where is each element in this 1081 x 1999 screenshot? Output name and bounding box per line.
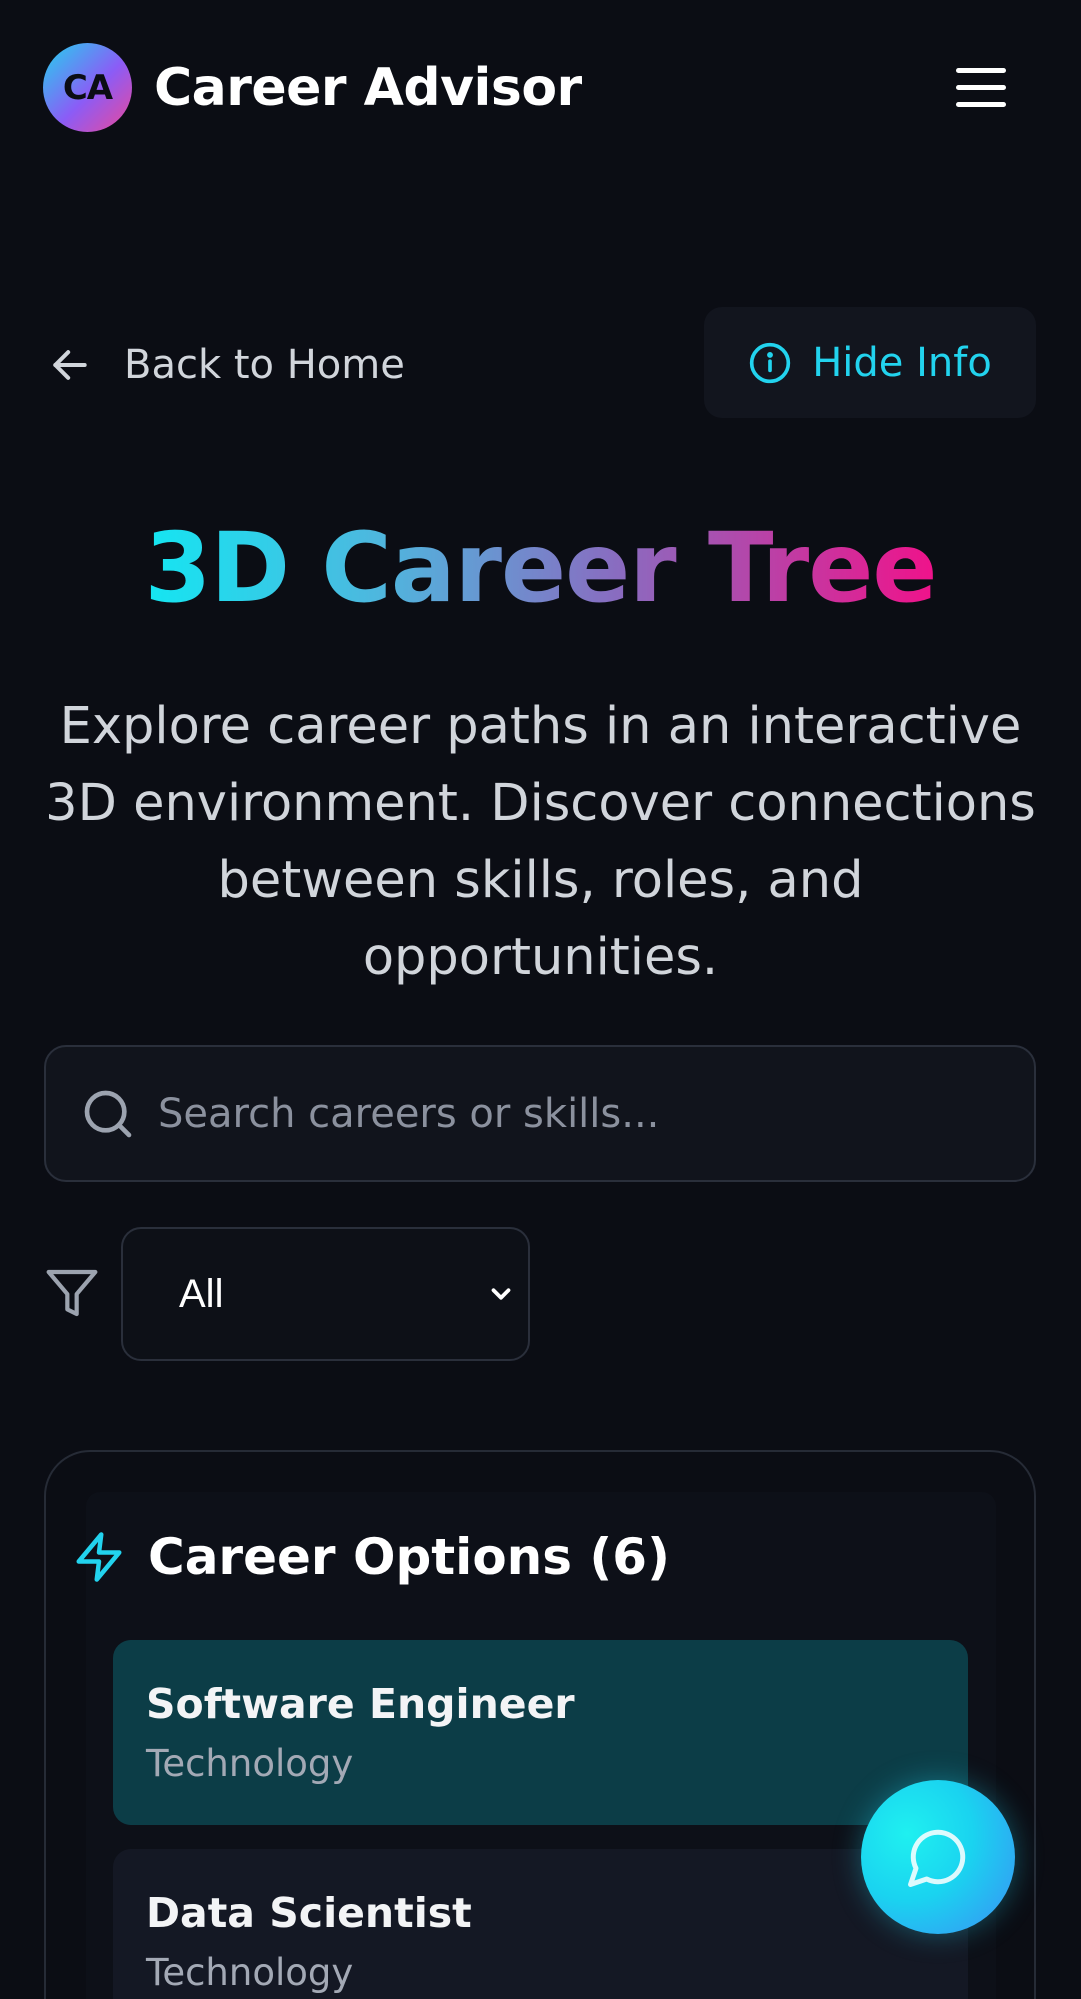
- logo-initials: CA: [62, 67, 113, 108]
- search-icon: [84, 1090, 132, 1137]
- career-category: Technology: [146, 1951, 354, 1994]
- brand-name[interactable]: Career Advisor: [154, 58, 582, 118]
- search-box[interactable]: [44, 1045, 1036, 1182]
- career-item-software-engineer[interactable]: Software Engineer Technology: [113, 1640, 968, 1825]
- chevron-down-icon: [491, 1288, 511, 1300]
- hide-info-button[interactable]: Hide Info: [704, 307, 1036, 418]
- page-title: 3D Career Tree: [0, 512, 1081, 624]
- hide-info-label: Hide Info: [812, 339, 992, 386]
- career-name: Data Scientist: [146, 1889, 472, 1937]
- page-subtitle: Explore career paths in an interactive 3…: [45, 697, 1036, 987]
- info-circle-icon: [750, 342, 791, 383]
- lightning-bolt-icon: [76, 1532, 122, 1582]
- hamburger-menu-icon: [956, 68, 1006, 107]
- career-item-data-scientist[interactable]: Data Scientist Technology: [113, 1849, 968, 1999]
- career-name: Software Engineer: [146, 1680, 575, 1728]
- chat-bubble-icon: [908, 1829, 966, 1887]
- top-header: CA Career Advisor: [0, 0, 1081, 180]
- chat-button[interactable]: [861, 1780, 1015, 1934]
- hamburger-menu-button[interactable]: [950, 60, 1014, 116]
- logo-avatar[interactable]: CA: [43, 43, 132, 132]
- page-title-text: 3D Career Tree: [144, 512, 938, 624]
- category-filter-value: All: [179, 1271, 224, 1316]
- career-category: Technology: [146, 1742, 354, 1785]
- career-options-heading: Career Options (6): [72, 1528, 670, 1586]
- category-filter-select[interactable]: All: [121, 1227, 530, 1361]
- search-input[interactable]: [158, 1047, 1034, 1180]
- back-to-home-link[interactable]: Back to Home: [48, 335, 405, 395]
- back-to-home-label: Back to Home: [124, 342, 405, 388]
- arrow-left-icon: [53, 350, 87, 380]
- career-tree-page: CA Career Advisor Back to Home Hide Info…: [0, 0, 1081, 1999]
- filter-icon: [46, 1269, 98, 1317]
- career-options-title: Career Options (6): [148, 1528, 670, 1586]
